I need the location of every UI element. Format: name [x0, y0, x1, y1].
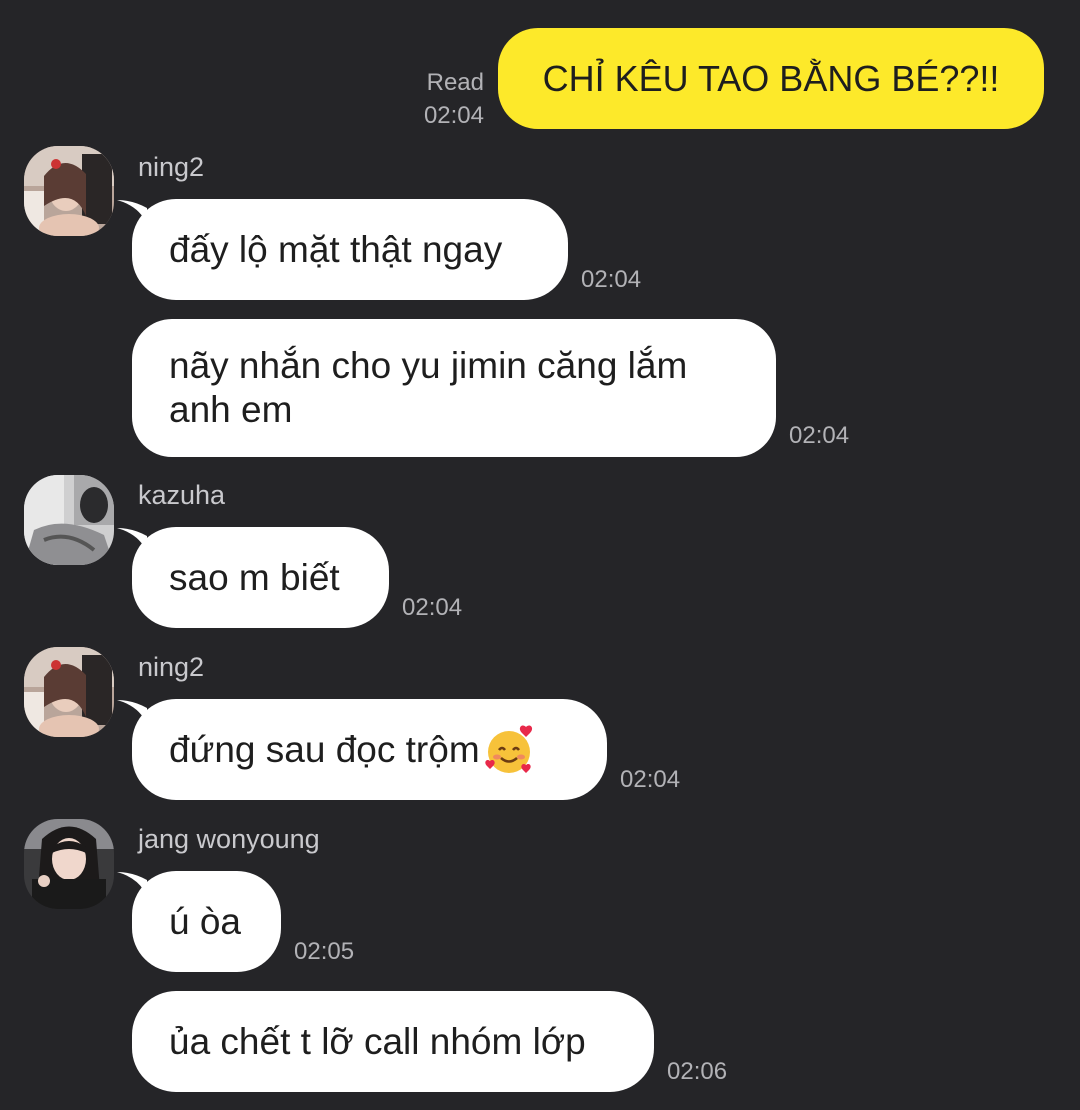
kazuha-avatar[interactable]: [24, 475, 114, 565]
smiling-face-with-hearts-icon: [484, 725, 532, 773]
sender-name: ning2: [138, 652, 205, 682]
message-text: nãy nhắn cho yu jimin căng lắm anh em: [169, 345, 688, 430]
incoming-message-bubble[interactable]: ủa chết t lỡ call nhóm lớp: [132, 991, 654, 1092]
incoming-message-bubble[interactable]: đứng sau đọc trộm: [132, 699, 607, 800]
outgoing-message-bubble[interactable]: CHỈ KÊU TAO BẰNG BÉ??!!: [498, 28, 1044, 129]
ning2-avatar[interactable]: [24, 146, 114, 236]
incoming-message-bubble[interactable]: sao m biết: [132, 527, 389, 628]
sender-name: jang wonyoung: [138, 824, 320, 854]
message-time: 02:04: [789, 422, 850, 449]
sender-name: kazuha: [138, 480, 226, 510]
message-text: ú òa: [169, 900, 242, 942]
message-text: sao m biết: [169, 556, 340, 598]
message-time: 02:04: [423, 102, 484, 129]
ning2-avatar[interactable]: [24, 647, 114, 737]
message-time: 02:05: [294, 938, 355, 965]
message-text: đấy lộ mặt thật ngay: [169, 228, 503, 270]
message-text: ủa chết t lỡ call nhóm lớp: [169, 1020, 586, 1062]
sender-name: ning2: [138, 152, 205, 182]
incoming-message-bubble[interactable]: đấy lộ mặt thật ngay: [132, 199, 568, 300]
wonyoung-avatar[interactable]: [24, 819, 114, 909]
message-time: 02:04: [620, 766, 681, 793]
incoming-message-bubble[interactable]: ú òa: [132, 871, 281, 972]
message-time: 02:04: [581, 266, 642, 293]
message-text: CHỈ KÊU TAO BẰNG BÉ??!!: [542, 57, 1000, 99]
message-time: 02:04: [402, 594, 463, 621]
chat-room: Read 02:04 CHỈ KÊU TAO BẰNG BÉ??!! ning2…: [0, 0, 1080, 1110]
message-text: đứng sau đọc trộm: [169, 728, 480, 770]
read-receipt: Read: [426, 69, 484, 96]
incoming-message-bubble[interactable]: nãy nhắn cho yu jimin căng lắm anh em: [132, 319, 776, 457]
outgoing-meta: Read 02:04: [424, 66, 484, 132]
message-time: 02:06: [667, 1058, 728, 1085]
